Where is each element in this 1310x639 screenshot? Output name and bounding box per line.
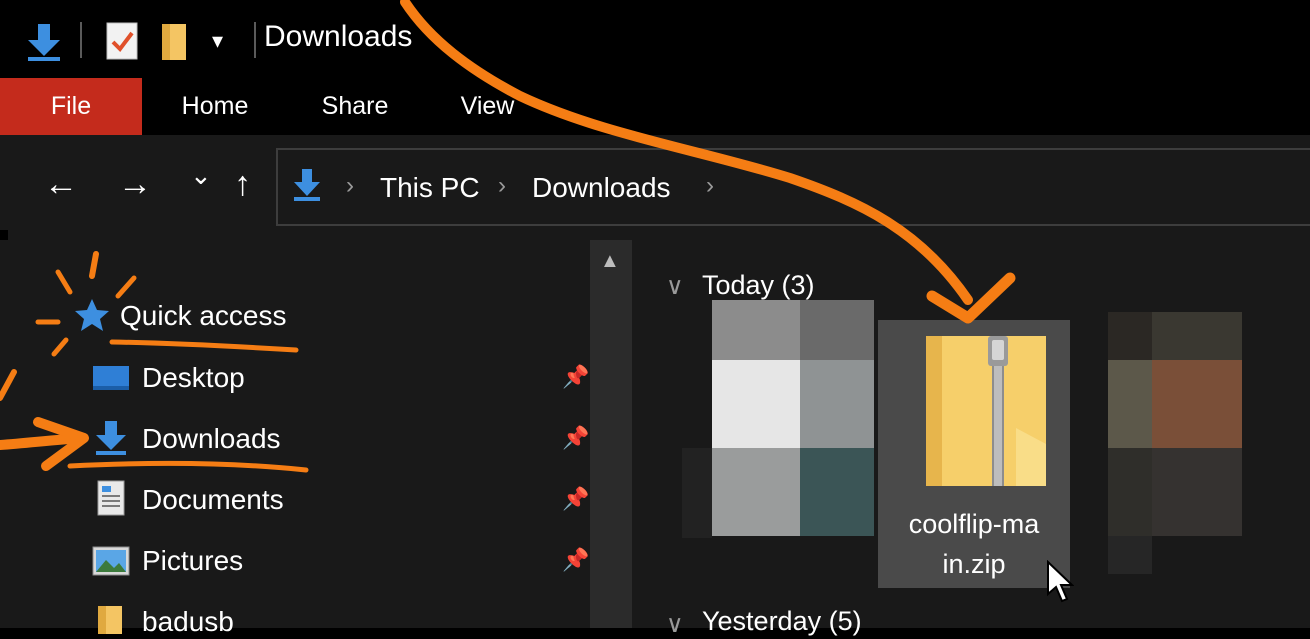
tab-view[interactable]: View bbox=[450, 78, 525, 135]
selected-file-name[interactable]: coolflip-ma in.zip bbox=[878, 504, 1070, 584]
breadcrumb-separator[interactable]: › bbox=[498, 172, 506, 200]
downloads-location-icon bbox=[294, 169, 320, 201]
back-button[interactable]: ← bbox=[44, 165, 78, 204]
new-folder-icon[interactable] bbox=[158, 20, 190, 62]
sidebar-item-desktop[interactable]: Desktop bbox=[142, 362, 245, 394]
downloads-icon bbox=[96, 421, 126, 455]
customize-dropdown-icon[interactable]: ▾ bbox=[212, 28, 223, 54]
sidebar-item-downloads[interactable]: Downloads bbox=[142, 423, 281, 455]
up-button[interactable]: ↑ bbox=[234, 165, 251, 204]
breadcrumb-separator[interactable]: › bbox=[706, 172, 714, 200]
mouse-cursor-icon bbox=[1047, 560, 1074, 603]
file-thumbnail[interactable] bbox=[1108, 312, 1242, 574]
sidebar-item-badusb[interactable]: badusb bbox=[142, 606, 234, 638]
desktop-icon bbox=[93, 366, 129, 390]
collapse-group-icon[interactable]: ∨ bbox=[666, 610, 684, 639]
pin-icon[interactable]: 📌 bbox=[562, 425, 589, 451]
pin-icon[interactable]: 📌 bbox=[562, 364, 589, 390]
pictures-icon bbox=[92, 546, 130, 576]
properties-check-icon[interactable] bbox=[104, 20, 140, 62]
breadcrumb-separator[interactable]: › bbox=[346, 172, 354, 200]
breadcrumb-this-pc[interactable]: This PC bbox=[380, 172, 480, 204]
downloads-arrow-icon[interactable] bbox=[24, 22, 64, 62]
group-header-today[interactable]: Today (3) bbox=[702, 270, 815, 301]
tab-home[interactable]: Home bbox=[170, 78, 260, 135]
pin-icon[interactable]: 📌 bbox=[562, 547, 589, 573]
zip-folder-icon bbox=[926, 336, 1046, 486]
file-name-line: in.zip bbox=[942, 549, 1006, 579]
star-icon bbox=[75, 299, 109, 331]
sidebar-quick-access[interactable]: Quick access bbox=[120, 300, 287, 332]
toolbar-separator bbox=[254, 22, 256, 58]
folder-icon bbox=[98, 606, 122, 634]
file-thumbnail[interactable] bbox=[682, 300, 874, 538]
tab-file[interactable]: File bbox=[0, 78, 142, 135]
pin-icon[interactable]: 📌 bbox=[562, 486, 589, 512]
window-title: Downloads bbox=[264, 20, 413, 53]
sidebar-item-pictures[interactable]: Pictures bbox=[142, 545, 243, 577]
tab-share[interactable]: Share bbox=[310, 78, 400, 135]
forward-button[interactable]: → bbox=[118, 165, 152, 204]
file-name-line: coolflip-ma bbox=[908, 509, 1040, 539]
title-bar bbox=[0, 0, 1310, 78]
navigation-pane-scrollbar[interactable] bbox=[590, 240, 632, 628]
recent-locations-button[interactable]: ⌄ bbox=[190, 160, 212, 191]
sidebar-item-documents[interactable]: Documents bbox=[142, 484, 284, 516]
group-header-yesterday[interactable]: Yesterday (5) bbox=[702, 606, 862, 637]
collapse-group-icon[interactable]: ∨ bbox=[666, 272, 684, 301]
documents-icon bbox=[97, 480, 125, 516]
breadcrumb-downloads[interactable]: Downloads bbox=[532, 172, 671, 204]
toolbar-separator bbox=[80, 22, 82, 58]
scroll-up-icon[interactable]: ▲ bbox=[600, 250, 620, 273]
